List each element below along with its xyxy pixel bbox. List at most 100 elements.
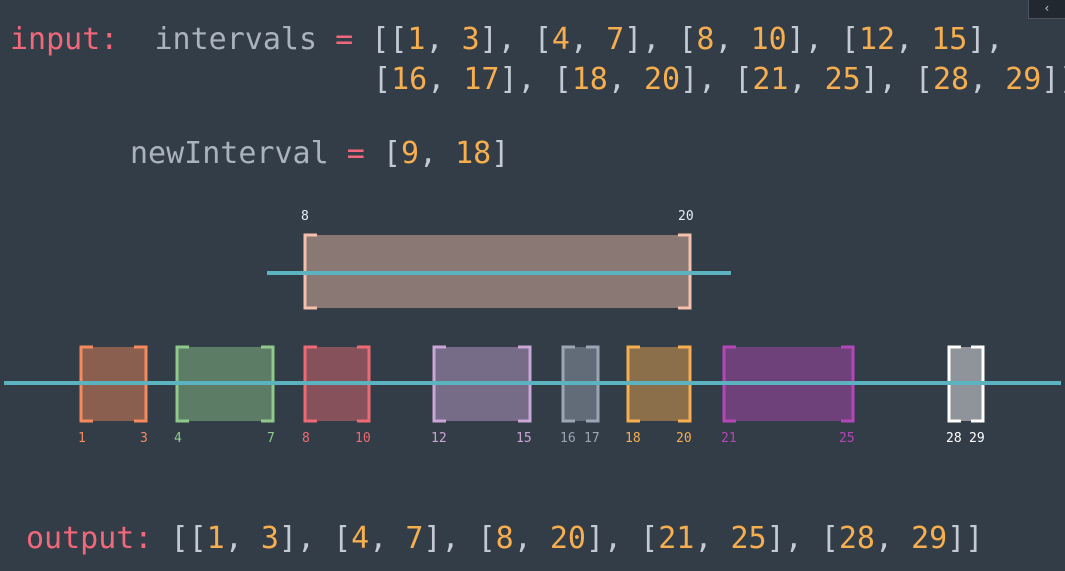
interval-end: 17 bbox=[463, 62, 500, 97]
bracket: ] bbox=[499, 62, 518, 97]
interval-end: 7 bbox=[405, 521, 424, 556]
bracket: [ bbox=[371, 22, 390, 57]
bracket: [ bbox=[364, 136, 401, 171]
new-interval-end: 18 bbox=[455, 136, 492, 171]
merged-start-label: 8 bbox=[301, 209, 309, 224]
equals-sign: = bbox=[335, 22, 354, 57]
separator: , bbox=[895, 22, 932, 57]
interval-end: 7 bbox=[606, 22, 625, 57]
output-keyword: output: bbox=[26, 521, 153, 556]
new-interval-name: newInterval bbox=[130, 136, 329, 171]
interval-end: 20 bbox=[549, 521, 586, 556]
bracket: [ bbox=[734, 62, 753, 97]
bracket: [ bbox=[477, 521, 496, 556]
separator: , bbox=[569, 22, 607, 57]
separator: , bbox=[969, 62, 1006, 97]
interval-end-label: 10 bbox=[355, 431, 371, 446]
equals-sign: = bbox=[346, 136, 365, 171]
bracket: ] bbox=[965, 521, 984, 556]
separator: , bbox=[427, 62, 464, 97]
bracket: ] bbox=[680, 62, 699, 97]
bracket: [ bbox=[170, 521, 189, 556]
interval-start: 8 bbox=[696, 22, 715, 57]
separator: , bbox=[296, 521, 334, 556]
separator: , bbox=[788, 62, 825, 97]
chevron-icon[interactable]: ‹ bbox=[1028, 0, 1065, 19]
interval-start: 4 bbox=[551, 22, 570, 57]
interval-start-label: 16 bbox=[560, 431, 576, 446]
interval-end-label: 25 bbox=[839, 431, 855, 446]
interval-end: 3 bbox=[260, 521, 279, 556]
bracket: [ bbox=[533, 22, 552, 57]
interval-start: 28 bbox=[932, 62, 970, 97]
interval-diagram: 8 20 1 3 4 7 8 10 12 15 16 17 18 20 21 25 28 29 bbox=[4, 209, 1061, 446]
interval-start: 1 bbox=[407, 22, 426, 57]
interval-end-label: 7 bbox=[267, 431, 275, 446]
separator: , bbox=[804, 22, 841, 57]
interval-start-label: 8 bbox=[302, 431, 310, 446]
interval-end: 25 bbox=[824, 62, 861, 97]
interval-end: 29 bbox=[911, 521, 948, 556]
separator: , bbox=[694, 521, 731, 556]
interval-start: 16 bbox=[391, 62, 428, 97]
interval-start-label: 18 bbox=[625, 431, 641, 446]
input-line-1: input: intervals = [[1, 3], [4, 7], [8, … bbox=[10, 22, 1022, 57]
interval-end: 10 bbox=[750, 22, 787, 57]
interval-start: 21 bbox=[752, 62, 789, 97]
interval-end-label: 20 bbox=[676, 431, 692, 446]
interval-end-label: 17 bbox=[584, 431, 600, 446]
interval-start-label: 12 bbox=[431, 431, 447, 446]
interval-start: 1 bbox=[206, 521, 225, 556]
separator: , bbox=[441, 521, 478, 556]
interval-start: 12 bbox=[858, 22, 896, 57]
interval-start: 21 bbox=[658, 521, 695, 556]
bracket: ] bbox=[423, 521, 442, 556]
separator: , bbox=[642, 22, 679, 57]
separator: , bbox=[517, 62, 554, 97]
separator: , bbox=[369, 521, 406, 556]
interval-end-label: 15 bbox=[516, 431, 532, 446]
new-interval-line: newInterval = [9, 18] bbox=[130, 136, 509, 171]
interval-end: 3 bbox=[461, 22, 480, 57]
separator: , bbox=[874, 521, 912, 556]
intervals-name: intervals bbox=[154, 22, 318, 57]
separator: , bbox=[224, 521, 261, 556]
merged-end-label: 20 bbox=[678, 209, 694, 224]
bracket: [ bbox=[840, 22, 859, 57]
separator: , bbox=[513, 521, 550, 556]
interval-start-label: 28 bbox=[946, 431, 962, 446]
bracket: ] bbox=[947, 521, 966, 556]
input-line-2: [16, 17], [18, 20], [21, 25], [28, 29]] bbox=[373, 62, 1065, 97]
bracket: [ bbox=[373, 62, 392, 97]
input-keyword: input: bbox=[10, 22, 119, 57]
separator: , bbox=[604, 521, 641, 556]
bracket: ] bbox=[1059, 62, 1065, 97]
interval-start: 28 bbox=[838, 521, 875, 556]
bracket: [ bbox=[188, 521, 207, 556]
interval-end-label: 3 bbox=[140, 431, 148, 446]
separator: , bbox=[878, 62, 915, 97]
bracket: [ bbox=[820, 521, 839, 556]
interval-start-label: 4 bbox=[174, 431, 182, 446]
bracket: [ bbox=[389, 22, 408, 57]
bracket: [ bbox=[914, 62, 933, 97]
interval-start-label: 21 bbox=[721, 431, 737, 446]
interval-end: 20 bbox=[643, 62, 681, 97]
bracket: ] bbox=[491, 136, 510, 171]
bracket: [ bbox=[640, 521, 659, 556]
interval-start: 4 bbox=[351, 521, 370, 556]
interval-end: 25 bbox=[730, 521, 767, 556]
interval-start: 8 bbox=[495, 521, 514, 556]
bracket: ] bbox=[786, 22, 805, 57]
interval-end: 29 bbox=[1005, 62, 1042, 97]
separator: , bbox=[784, 521, 821, 556]
bracket: ] bbox=[766, 521, 785, 556]
bracket: [ bbox=[333, 521, 352, 556]
separator: , bbox=[425, 22, 462, 57]
bracket: ] bbox=[278, 521, 297, 556]
